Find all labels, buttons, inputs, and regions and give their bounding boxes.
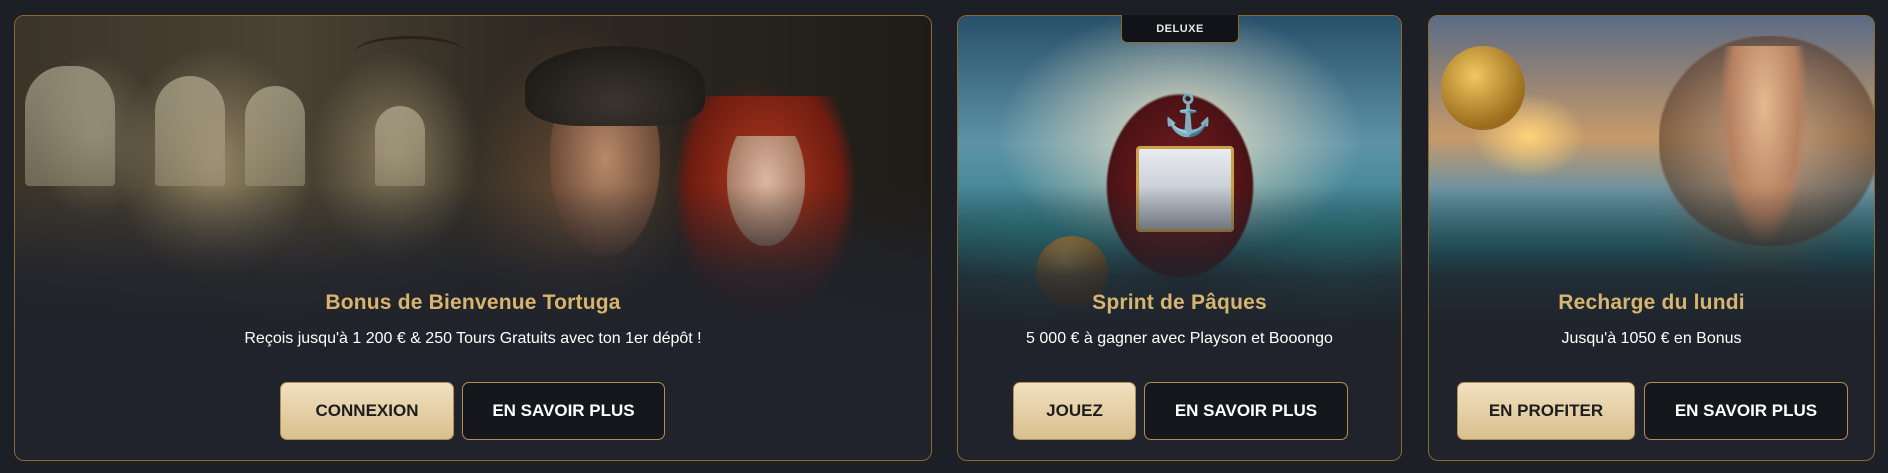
card-description: Reçois jusqu'à 1 200 € & 250 Tours Gratu… bbox=[244, 330, 702, 347]
deluxe-badge: DELUXE bbox=[1121, 15, 1239, 43]
claim-button[interactable]: EN PROFITER bbox=[1457, 382, 1635, 440]
login-button[interactable]: CONNEXION bbox=[280, 382, 454, 440]
card-title: Recharge du lundi bbox=[1558, 291, 1745, 314]
card-description: Jusqu'à 1050 € en Bonus bbox=[1561, 330, 1742, 347]
learn-more-button[interactable]: EN SAVOIR PLUS bbox=[462, 382, 665, 440]
play-button[interactable]: JOUEZ bbox=[1013, 382, 1136, 440]
learn-more-button[interactable]: EN SAVOIR PLUS bbox=[1144, 382, 1348, 440]
card-description: 5 000 € à gagner avec Playson et Booongo bbox=[1026, 330, 1333, 347]
window-shape bbox=[25, 66, 115, 186]
window-shape bbox=[155, 76, 225, 186]
chandelier-shape bbox=[355, 36, 465, 69]
window-shape bbox=[375, 106, 425, 186]
promo-card-easter-sprint: ⚓ Sprint de Pâques 5 000 € à gagner avec… bbox=[957, 15, 1402, 461]
learn-more-button[interactable]: EN SAVOIR PLUS bbox=[1644, 382, 1848, 440]
card-title: Sprint de Pâques bbox=[1092, 291, 1267, 314]
card-title: Bonus de Bienvenue Tortuga bbox=[325, 291, 621, 314]
anchor-icon: ⚓ bbox=[1163, 94, 1213, 138]
pirate-hat bbox=[525, 46, 705, 126]
gold-coin-shape bbox=[1441, 46, 1525, 130]
promo-card-monday-reload: Recharge du lundi Jusqu'à 1050 € en Bonu… bbox=[1428, 15, 1875, 461]
promo-card-welcome-bonus: Bonus de Bienvenue Tortuga Reçois jusqu'… bbox=[14, 15, 932, 461]
window-shape bbox=[245, 86, 305, 186]
